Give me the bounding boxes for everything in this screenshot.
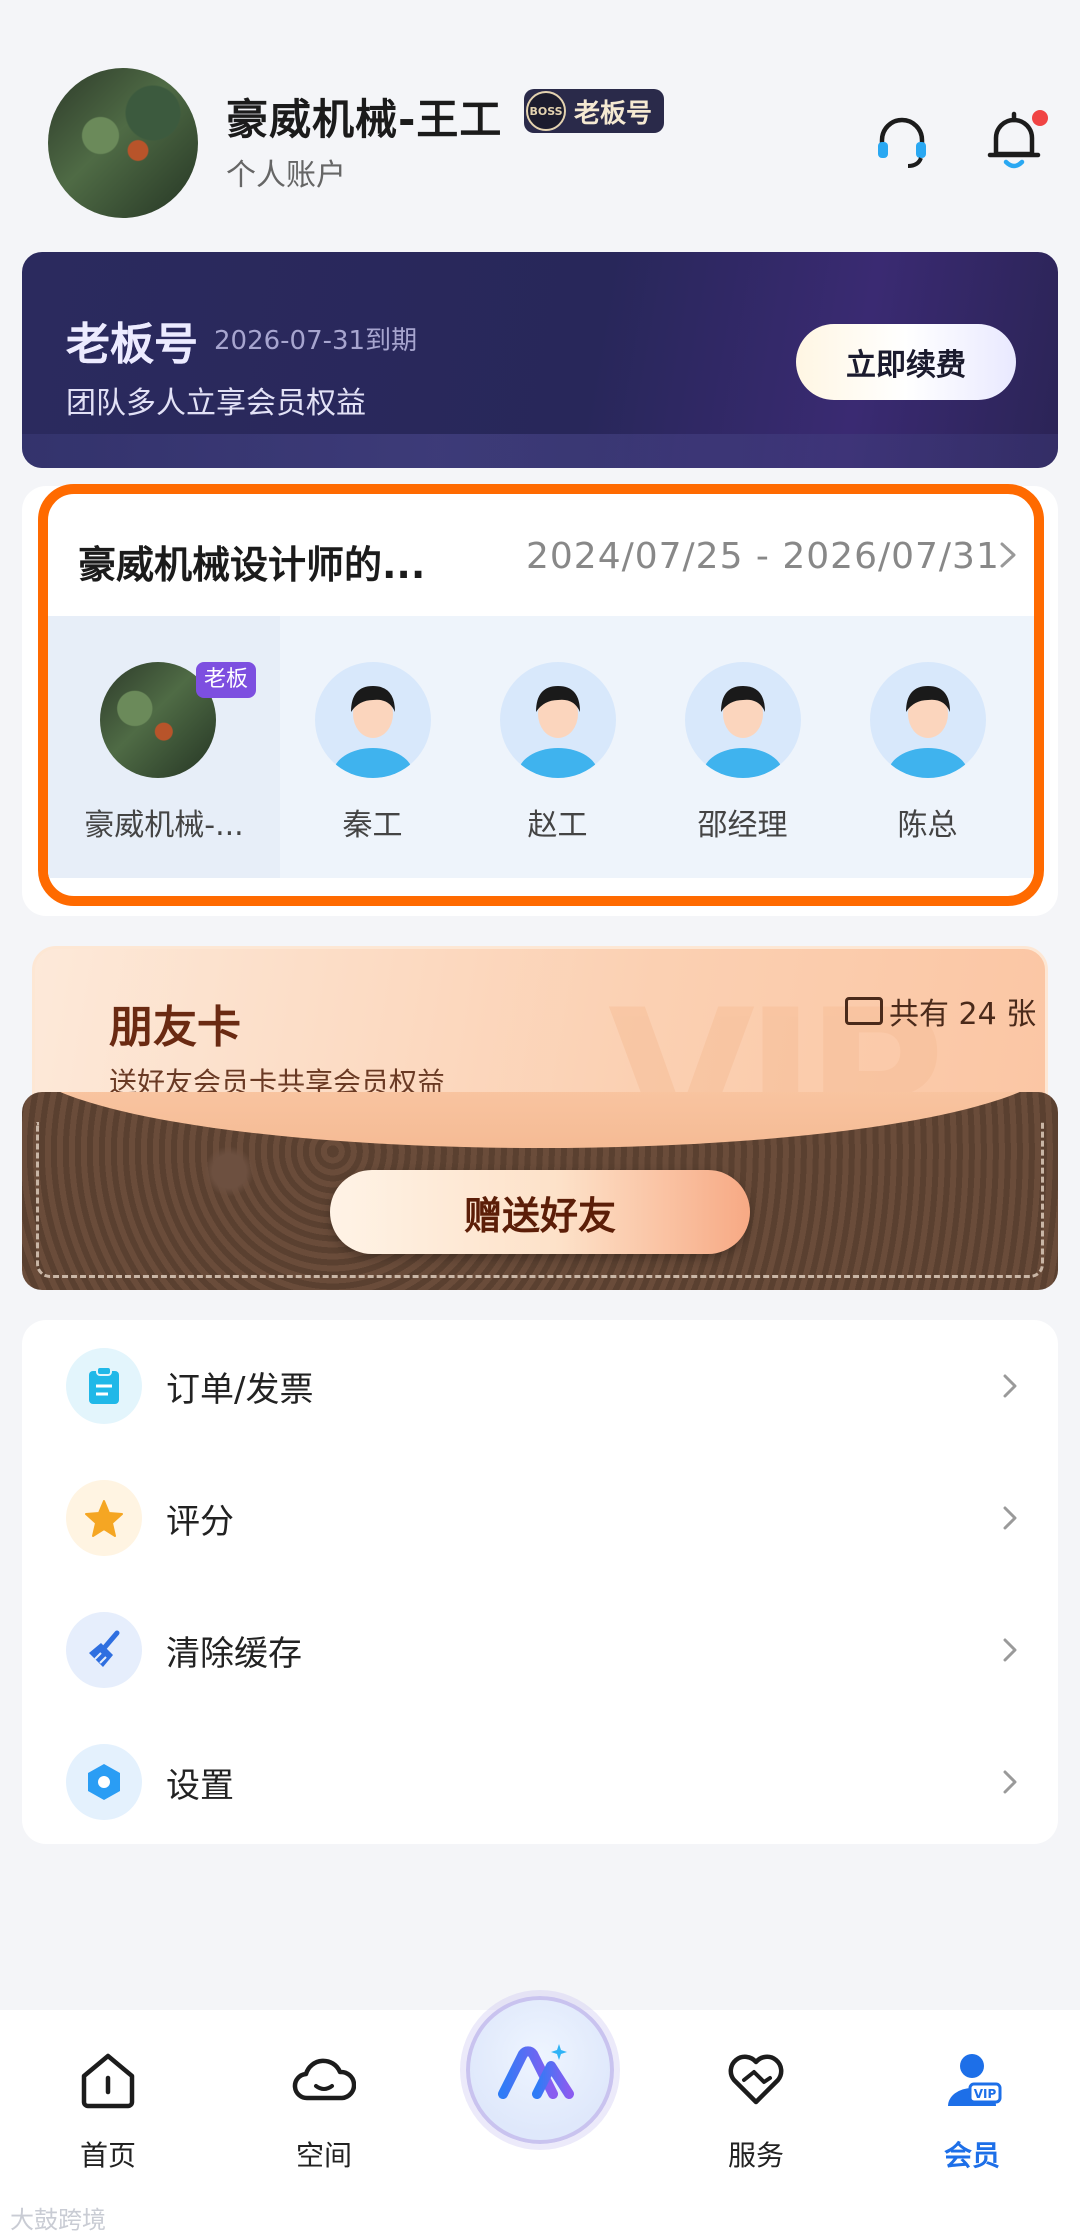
nav-label: 空间 <box>295 2139 352 2172</box>
menu-item-rating[interactable]: 评分 <box>22 1452 1058 1584</box>
chevron-right-icon <box>1003 1506 1017 1530</box>
menu-item-settings[interactable]: 设置 <box>22 1716 1058 1848</box>
vip-banner[interactable]: 老板号 2026-07-31到期 团队多人立享会员权益 立即续费 <box>22 252 1058 468</box>
gift-friend-button[interactable]: 赠送好友 <box>330 1170 750 1254</box>
chevron-right-icon <box>1003 1770 1017 1794</box>
team-member[interactable]: 陈总 <box>835 616 1020 878</box>
chevron-right-icon <box>1003 1638 1017 1662</box>
settings-menu: 订单/发票 评分 清除缓存 设置 <box>22 1320 1058 1844</box>
team-member[interactable]: 邵经理 <box>650 616 835 878</box>
chevron-right-icon[interactable] <box>996 540 1020 570</box>
vip-title: 老板号 <box>66 308 198 372</box>
menu-item-label: 设置 <box>166 1765 234 1806</box>
vip-user-icon: VIP <box>948 2054 1002 2106</box>
cloud-icon <box>292 2058 356 2101</box>
team-member-boss[interactable]: 老板 豪威机械-... <box>48 616 280 878</box>
nav-label: 会员 <box>943 2139 1000 2172</box>
headset-icon[interactable] <box>872 112 932 172</box>
member-name: 豪威机械-... <box>84 808 244 843</box>
nav-label: 服务 <box>727 2139 784 2172</box>
account-type[interactable]: 个人账户 <box>226 150 346 194</box>
menu-item-orders[interactable]: 订单/发票 <box>22 1320 1058 1452</box>
default-avatar-icon <box>685 662 801 778</box>
team-member[interactable]: 秦工 <box>280 616 465 878</box>
boss-badge: BOSS 老板号 <box>524 89 664 133</box>
handshake-heart-icon <box>728 2054 784 2105</box>
nav-space[interactable]: 空间 <box>254 2038 394 2178</box>
team-members-list: 老板 豪威机械-... 秦工 赵工 邵经理 陈总 <box>48 616 1034 878</box>
svg-text:VIP: VIP <box>974 2087 997 2101</box>
ai-assistant-button[interactable] <box>466 1996 614 2144</box>
member-name: 秦工 <box>342 808 403 843</box>
member-name: 邵经理 <box>697 808 788 843</box>
home-icon <box>81 2053 135 2109</box>
clipboard-icon <box>66 1348 142 1424</box>
menu-item-label: 清除缓存 <box>166 1633 302 1674</box>
default-avatar-icon <box>500 662 616 778</box>
nav-home[interactable]: 首页 <box>38 2038 178 2178</box>
chevron-right-icon <box>1003 1374 1017 1398</box>
friend-card-title: 朋友卡 <box>109 1002 241 1053</box>
default-avatar-icon <box>870 662 986 778</box>
friend-card: VIP 朋友卡 送好友会员卡共享会员权益 共有 24 张 赠送好友 <box>22 946 1058 1290</box>
friend-card-count-text: 共有 24 张 <box>889 997 1037 1032</box>
user-avatar[interactable] <box>48 68 198 218</box>
boss-tag: 老板 <box>196 662 257 698</box>
nav-member[interactable]: VIP 会员 <box>902 2038 1042 2178</box>
vip-description: 团队多人立享会员权益 <box>66 386 366 421</box>
ticket-icon <box>845 997 883 1025</box>
watermark-text: 大鼓跨境 <box>10 2206 106 2234</box>
nav-label: 首页 <box>79 2139 136 2172</box>
menu-item-label: 订单/发票 <box>166 1369 314 1410</box>
renew-button[interactable]: 立即续费 <box>796 324 1016 400</box>
boss-badge-label: 老板号 <box>574 98 653 129</box>
menu-item-clear-cache[interactable]: 清除缓存 <box>22 1584 1058 1716</box>
notification-dot <box>1032 110 1048 126</box>
default-avatar-icon <box>315 662 431 778</box>
member-name: 赵工 <box>527 808 588 843</box>
user-name: 豪威机械-王工 <box>226 95 503 144</box>
team-date-range: 2024/07/25 - 2026/07/31 <box>526 536 1000 577</box>
team-card[interactable]: 豪威机械设计师的... 2024/07/25 - 2026/07/31 老板 豪… <box>38 484 1044 906</box>
broom-icon <box>66 1612 142 1688</box>
team-member[interactable]: 赵工 <box>465 616 650 878</box>
team-name: 豪威机械设计师的... <box>78 543 426 587</box>
menu-item-label: 评分 <box>166 1501 234 1542</box>
hexagon-settings-icon <box>66 1744 142 1820</box>
boss-crown-icon: BOSS <box>526 91 566 131</box>
friend-card-count: 共有 24 张 <box>845 989 1036 1033</box>
nav-service[interactable]: 服务 <box>686 2038 826 2178</box>
member-name: 陈总 <box>897 808 958 843</box>
star-icon <box>66 1480 142 1556</box>
ai-logo-icon <box>498 2044 574 2099</box>
vip-expiry: 2026-07-31到期 <box>214 326 418 356</box>
